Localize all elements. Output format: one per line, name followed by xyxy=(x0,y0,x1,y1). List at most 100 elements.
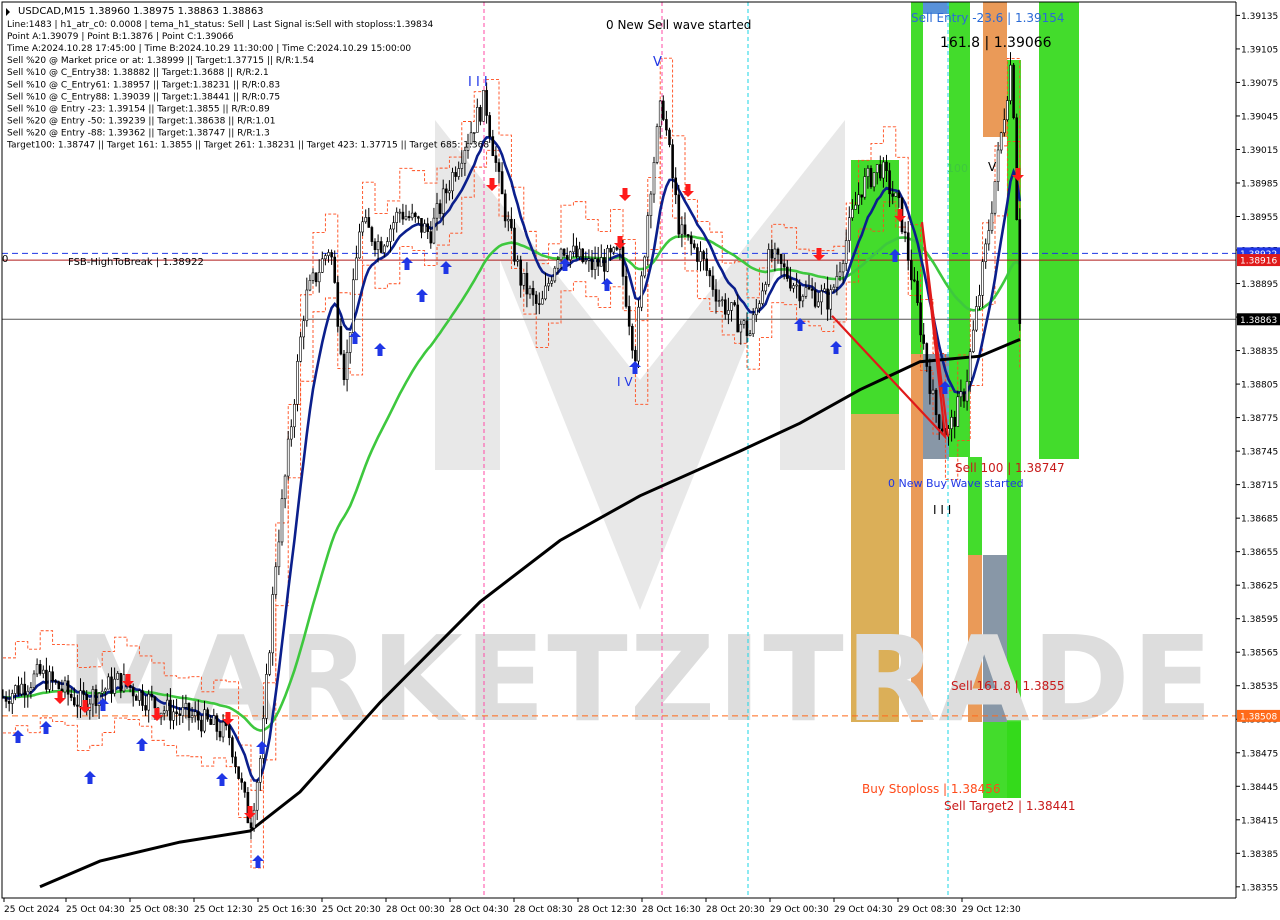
buy-arrow-icon xyxy=(374,343,386,356)
price-chart[interactable]: MARKETZITRADE 0 New Sell wave started0 N… xyxy=(0,0,1280,920)
candle-body xyxy=(1009,64,1012,101)
time-tick-label: 29 Oct 08:30 xyxy=(898,905,957,915)
candle-body xyxy=(720,299,724,302)
chart-annotation: I V xyxy=(617,375,633,389)
candle-body xyxy=(652,162,656,195)
chart-annotation: FSB-HighToBreak | 1.38922 xyxy=(68,257,204,268)
candle-body xyxy=(187,702,191,718)
candle-body xyxy=(723,299,727,315)
price-tick-label: 1.38895 xyxy=(1241,280,1278,290)
candle-body xyxy=(271,594,275,654)
candle-body xyxy=(891,193,895,197)
price-tick-label: 1.38355 xyxy=(1241,883,1278,893)
candle-body xyxy=(475,107,479,133)
candle-body xyxy=(45,669,48,690)
candle-body xyxy=(885,161,888,172)
candle-body xyxy=(17,685,20,695)
candle-body xyxy=(361,221,364,233)
candle-body xyxy=(965,381,969,402)
candle-body xyxy=(934,389,938,416)
candle-body xyxy=(562,248,566,256)
candle-body xyxy=(1006,100,1009,121)
candle-body xyxy=(289,426,293,440)
candle-body xyxy=(674,177,678,196)
candle-body xyxy=(730,302,733,311)
time-tick-label: 28 Oct 20:30 xyxy=(706,905,765,915)
candle-body xyxy=(522,272,526,286)
candle-body xyxy=(634,349,637,362)
info-line: Target100: 1.38747 || Target 161: 1.3855… xyxy=(6,141,489,151)
candle-body xyxy=(237,766,240,779)
candle-body xyxy=(472,132,476,134)
candle-body xyxy=(913,279,916,282)
candle-body xyxy=(410,212,414,219)
candle-body xyxy=(209,718,212,725)
candle-body xyxy=(268,652,271,675)
candle-body xyxy=(355,257,358,281)
candle-body xyxy=(773,248,777,259)
chart-annotation: Buy Stoploss | 1.38456 xyxy=(862,782,1001,796)
candle-body xyxy=(138,690,141,701)
candle-body xyxy=(696,247,699,262)
candle-body xyxy=(851,209,854,219)
candle-body xyxy=(984,243,988,262)
time-tick-label: 28 Oct 00:30 xyxy=(386,905,445,915)
candle-body xyxy=(847,217,851,241)
candle-body xyxy=(110,676,113,694)
candle-body xyxy=(11,693,14,704)
candle-body xyxy=(277,541,281,568)
candle-body xyxy=(572,245,575,253)
collapse-icon xyxy=(6,8,10,16)
candle-body xyxy=(193,711,197,716)
candle-body xyxy=(513,227,516,262)
price-tick-label: 1.38745 xyxy=(1241,448,1278,458)
candle-body xyxy=(581,248,585,263)
candle-body xyxy=(686,234,690,237)
chart-annotation: I I I xyxy=(468,75,488,90)
candle-body xyxy=(869,168,873,188)
candle-body xyxy=(590,258,594,270)
time-tick-label: 25 Oct 20:30 xyxy=(322,905,381,915)
sell-arrow-icon xyxy=(619,188,631,201)
candle-body xyxy=(274,566,278,595)
candle-body xyxy=(872,172,876,188)
candle-body xyxy=(255,781,259,811)
candle-body xyxy=(804,287,808,297)
candle-body xyxy=(482,89,485,122)
sell-arrow-icon xyxy=(54,691,66,704)
candle-body xyxy=(69,693,73,698)
candle-body xyxy=(568,251,572,261)
candle-body xyxy=(603,257,606,272)
candle-body xyxy=(556,259,560,269)
candle-body xyxy=(91,689,95,705)
candle-body xyxy=(197,711,200,721)
candle-body xyxy=(770,249,774,259)
chart-annotation: Sell Target2 | 1.38441 xyxy=(944,799,1076,813)
price-tick-label: 1.38475 xyxy=(1241,749,1278,759)
candle-body xyxy=(832,286,836,291)
candle-body xyxy=(916,280,919,304)
candle-body xyxy=(503,193,507,222)
candle-body xyxy=(841,263,845,273)
candle-body xyxy=(240,778,243,783)
candle-body xyxy=(999,132,1003,151)
candle-body xyxy=(925,343,929,367)
candle-body xyxy=(57,681,61,690)
candle-body xyxy=(599,257,603,267)
candle-body xyxy=(29,687,33,692)
candle-body xyxy=(717,300,721,302)
candle-body xyxy=(373,241,377,251)
candle-body xyxy=(751,314,755,335)
candle-body xyxy=(888,170,891,195)
candle-body xyxy=(801,296,805,302)
candle-body xyxy=(544,285,547,300)
candle-body xyxy=(228,725,231,738)
candle-body xyxy=(637,306,640,362)
chart-annotation: 0 xyxy=(2,254,8,265)
candle-body xyxy=(649,193,653,216)
candle-body xyxy=(265,674,268,719)
candle-body xyxy=(144,705,147,711)
candle-body xyxy=(661,100,665,120)
candle-body xyxy=(382,245,386,253)
candle-body xyxy=(283,475,287,500)
